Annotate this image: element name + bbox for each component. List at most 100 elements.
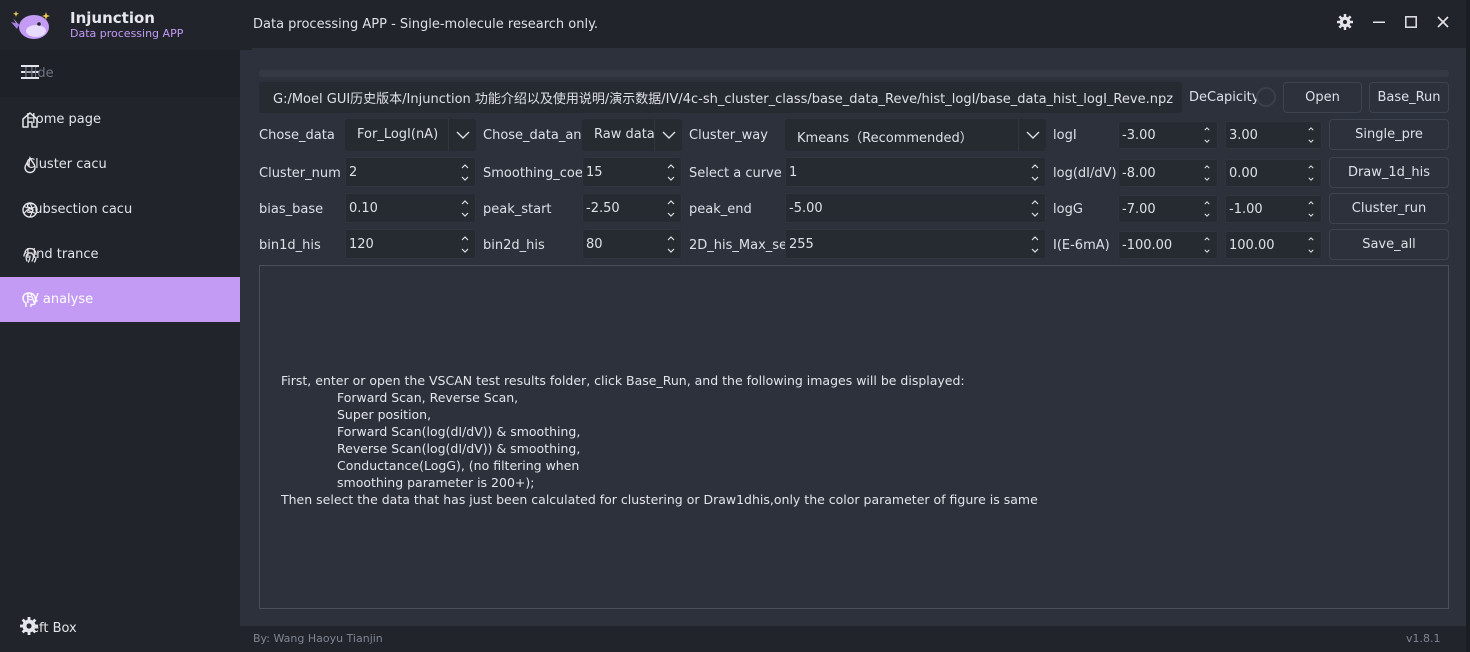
spin-down-icon[interactable] — [1306, 247, 1316, 255]
file-path-input[interactable]: G:/Moel GUI历史版本/Injunction 功能介绍以及使用说明/演示… — [259, 82, 1182, 113]
spin-up-icon[interactable] — [1202, 199, 1212, 207]
chose-data-and-label: Chose_data_and — [483, 128, 590, 143]
bin2d-his-spinbox[interactable]: 80 — [582, 229, 682, 259]
sidebar-item-find-trance[interactable]: Find trance — [0, 232, 240, 277]
cluster-run-button[interactable]: Cluster_run — [1329, 193, 1449, 224]
spin-down-icon[interactable] — [460, 246, 470, 254]
chevron-down-icon[interactable] — [1018, 119, 1046, 151]
logg-max-spinbox[interactable]: -1.00 — [1225, 195, 1322, 223]
bias-base-spinbox[interactable]: 0.10 — [345, 193, 476, 223]
decapicity-label: DeCapicity — [1189, 90, 1260, 105]
logi-min-spinbox[interactable]: -3.00 — [1118, 121, 1218, 149]
spin-down-icon[interactable] — [1306, 137, 1316, 145]
spin-up-icon[interactable] — [1202, 163, 1212, 171]
2d-his-max-set-spinbox[interactable]: 255 — [785, 229, 1046, 259]
spin-down-icon[interactable] — [1030, 174, 1040, 182]
cluster-way-label: Cluster_way — [689, 128, 768, 143]
sidebar-item-cluster-cacu[interactable]: Cluster cacu — [0, 142, 240, 187]
spin-up-icon[interactable] — [460, 162, 470, 170]
peak-start-value: -2.50 — [586, 201, 620, 216]
chose-data-select[interactable]: For_LogI(nA) — [345, 119, 476, 151]
spin-down-icon[interactable] — [460, 210, 470, 218]
app-title: Injunction — [70, 9, 155, 27]
log-di-dv-max-spinbox[interactable]: 0.00 — [1225, 159, 1322, 187]
smoothing-coef-spinbox[interactable]: 15 — [582, 157, 682, 187]
base-run-button[interactable]: Base_Run — [1369, 82, 1449, 113]
chevron-down-icon[interactable] — [654, 119, 682, 151]
spin-up-icon[interactable] — [1306, 125, 1316, 133]
instruction-line: smoothing parameter is 200+); — [337, 475, 535, 490]
2d-his-max-set-value: 255 — [789, 237, 814, 252]
spin-up-icon[interactable] — [1202, 125, 1212, 133]
spin-down-icon[interactable] — [1030, 210, 1040, 218]
save-all-button[interactable]: Save_all — [1329, 229, 1449, 260]
spin-up-icon[interactable] — [1030, 234, 1040, 242]
spin-up-icon[interactable] — [666, 198, 676, 206]
spin-down-icon[interactable] — [1306, 211, 1316, 219]
log-di-dv-label: log(dI/dV) — [1053, 166, 1117, 181]
spin-up-icon[interactable] — [1202, 235, 1212, 243]
bin1d-his-spinbox[interactable]: 120 — [345, 229, 476, 259]
whale-logo-icon — [10, 8, 54, 42]
peak-start-spinbox[interactable]: -2.50 — [582, 193, 682, 223]
open-button[interactable]: Open — [1283, 82, 1362, 113]
draw-1d-his-button[interactable]: Draw_1d_his — [1329, 157, 1449, 188]
spin-down-icon[interactable] — [666, 246, 676, 254]
maximize-button[interactable] — [1398, 12, 1424, 36]
sidebar-item-label: Cluster cacu — [26, 157, 107, 172]
spin-down-icon[interactable] — [1202, 137, 1212, 145]
log-di-dv-min-spinbox[interactable]: -8.00 — [1118, 159, 1218, 187]
current-max-spinbox[interactable]: 100.00 — [1225, 231, 1322, 259]
logi-label: logI — [1053, 128, 1077, 143]
peak-end-spinbox[interactable]: -5.00 — [785, 193, 1046, 223]
hide-menu-toggle[interactable]: Hide — [0, 50, 240, 97]
chevron-down-icon[interactable] — [448, 119, 476, 151]
single-pre-button[interactable]: Single_pre — [1329, 119, 1449, 150]
cluster-way-select[interactable]: Kmeans（Recommended） — [785, 119, 1046, 151]
spin-up-icon[interactable] — [666, 162, 676, 170]
bias-base-label: bias_base — [259, 202, 324, 217]
progress-strip — [259, 70, 1449, 77]
spin-down-icon[interactable] — [666, 210, 676, 218]
logg-min-value: -7.00 — [1122, 202, 1156, 217]
spin-down-icon[interactable] — [1202, 211, 1212, 219]
sidebar-item-iv-analyse[interactable]: IV analyse — [0, 277, 240, 322]
sidebar-item-subsection-cacu[interactable]: Subsection cacu — [0, 187, 240, 232]
left-box-button[interactable]: Left Box — [0, 606, 240, 650]
output-text-area[interactable]: First, enter or open the VSCAN test resu… — [259, 265, 1449, 609]
app-subtitle: Data processing APP — [70, 27, 184, 40]
cluster-num-spinbox[interactable]: 2 — [345, 157, 476, 187]
sidebar-item-home[interactable]: Home page — [0, 97, 240, 142]
logg-min-spinbox[interactable]: -7.00 — [1118, 195, 1218, 223]
spin-down-icon[interactable] — [1202, 175, 1212, 183]
minimize-button[interactable] — [1366, 12, 1392, 36]
spin-up-icon[interactable] — [460, 234, 470, 242]
spin-up-icon[interactable] — [1030, 198, 1040, 206]
spin-up-icon[interactable] — [1306, 163, 1316, 171]
select-curve-spinbox[interactable]: 1 — [785, 157, 1046, 187]
bin2d-his-label: bin2d_his — [483, 238, 545, 253]
current-min-spinbox[interactable]: -100.00 — [1118, 231, 1218, 259]
left-box-label: Left Box — [24, 620, 77, 636]
spin-up-icon[interactable] — [460, 198, 470, 206]
decapicity-toggle[interactable] — [1256, 87, 1276, 107]
spin-down-icon[interactable] — [460, 174, 470, 182]
spin-up-icon[interactable] — [1306, 199, 1316, 207]
settings-button[interactable] — [1332, 12, 1358, 36]
instruction-line: Reverse Scan(log(dI/dV)) & smoothing, — [337, 441, 581, 456]
gear-icon — [1337, 14, 1353, 34]
peak-end-label: peak_end — [689, 202, 752, 217]
spin-up-icon[interactable] — [666, 234, 676, 242]
instruction-line: Forward Scan, Reverse Scan, — [337, 390, 519, 405]
spin-down-icon[interactable] — [1030, 246, 1040, 254]
chose-data-and-value: Raw data — [594, 127, 655, 142]
chose-data-and-select[interactable]: Raw data — [582, 119, 682, 151]
spin-down-icon[interactable] — [1306, 175, 1316, 183]
spin-down-icon[interactable] — [666, 174, 676, 182]
cluster-num-label: Cluster_num — [259, 166, 341, 181]
spin-down-icon[interactable] — [1202, 247, 1212, 255]
logi-max-spinbox[interactable]: 3.00 — [1225, 121, 1322, 149]
spin-up-icon[interactable] — [1030, 162, 1040, 170]
close-button[interactable] — [1430, 12, 1456, 36]
spin-up-icon[interactable] — [1306, 235, 1316, 243]
